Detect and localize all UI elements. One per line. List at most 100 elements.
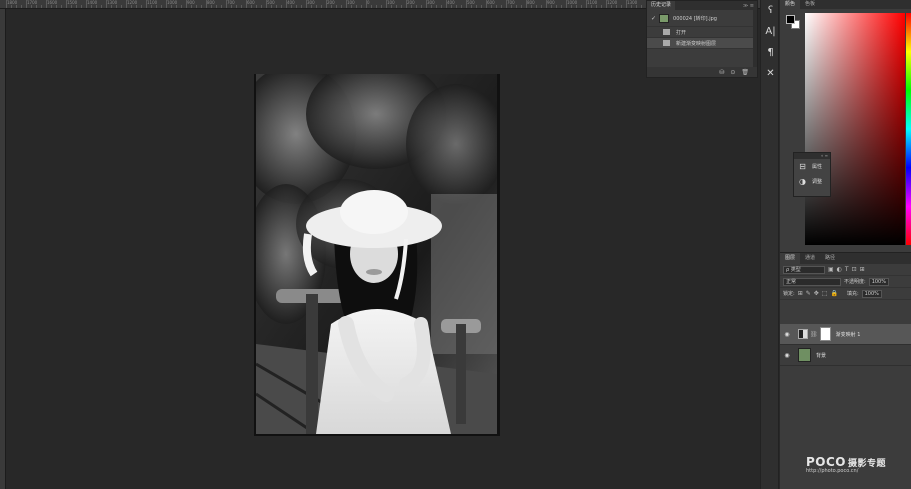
lock-position-icon[interactable]: ✥ (814, 290, 819, 297)
ruler-label: 900 (547, 0, 555, 5)
tab-history[interactable]: 历史记录 (647, 1, 676, 10)
ruler-label: 1800 (7, 0, 18, 5)
document-icon (663, 29, 670, 35)
lock-all-icon[interactable]: 🔒 (830, 290, 837, 297)
lock-image-icon[interactable]: ✎ (806, 290, 811, 297)
filter-type-icon[interactable]: T (845, 266, 849, 273)
eye-icon[interactable]: ◉ (780, 352, 794, 359)
snapshot-label: 000024 [转印].jpg (673, 15, 717, 22)
ruler-label: 700 (227, 0, 235, 5)
properties-panel-button[interactable]: ⊟ 属性 (794, 159, 830, 174)
layer-filter-bar: ρ 类型 ▣ ◐ T ⊡ ⊞ (780, 264, 911, 276)
history-snapshot[interactable]: ✓ 000024 [转印].jpg (647, 10, 757, 27)
new-document-from-state-icon[interactable]: ⛁ (719, 69, 724, 76)
ruler-label: 1600 (47, 0, 58, 5)
layer-name[interactable]: 渐变映射 1 (836, 331, 861, 338)
layer-filter-select[interactable]: ρ 类型 (783, 265, 825, 274)
ruler-label: 100 (347, 0, 355, 5)
ruler-label: 1000 (567, 0, 578, 5)
ruler-label: 1200 (607, 0, 618, 5)
lock-transparency-icon[interactable]: ⊞ (798, 290, 803, 297)
history-panel-icon[interactable]: ʕ (762, 2, 779, 19)
character-panel-icon[interactable]: A| (762, 23, 779, 40)
paragraph-panel-icon[interactable]: ¶ (762, 44, 779, 61)
ruler-label: 800 (207, 0, 215, 5)
ruler-label: 0 (367, 0, 370, 5)
lock-fill-bar: 锁定: ⊞ ✎ ✥ ⬚ 🔒 填充: 100% (780, 288, 911, 300)
ruler-label: 1400 (87, 0, 98, 5)
blend-opacity-bar: 正常 不透明度: 100% (780, 276, 911, 288)
layers-spacer (780, 300, 911, 324)
properties-label: 属性 (812, 164, 823, 170)
trash-icon[interactable]: 🗑 (741, 69, 749, 76)
ruler-label: 700 (507, 0, 515, 5)
adjustments-icon: ◑ (799, 177, 806, 186)
lock-artboard-icon[interactable]: ⬚ (822, 290, 828, 297)
color-picker-field[interactable] (805, 13, 905, 245)
ruler-label: 500 (467, 0, 475, 5)
ruler-label: 900 (187, 0, 195, 5)
poco-watermark: POCO 摄影专题 http://photo.poco.cn/ (806, 455, 886, 474)
layer-row-background[interactable]: ◉ 背景 (780, 345, 911, 366)
ruler-label: 400 (447, 0, 455, 5)
properties-icon: ⊟ (799, 162, 806, 171)
fill-label: 填充: (846, 291, 859, 297)
snapshot-thumbnail (659, 13, 670, 23)
tab-swatches[interactable]: 色板 (800, 0, 820, 9)
ruler-label: 100 (387, 0, 395, 5)
opacity-label: 不透明度: (844, 279, 866, 285)
ruler-label: 200 (327, 0, 335, 5)
lock-label: 锁定: (783, 291, 795, 297)
history-step-open[interactable]: 打开 (647, 27, 757, 38)
ruler-label: 1200 (127, 0, 138, 5)
tab-color[interactable]: 颜色 (780, 0, 801, 9)
filter-adjustment-icon[interactable]: ◐ (837, 266, 842, 273)
color-tabbar: 颜色 色板 (780, 0, 911, 9)
history-scrollbar[interactable] (753, 10, 757, 68)
ruler-label: 1000 (167, 0, 178, 5)
layers-panel: 图层 通道 路径 ρ 类型 ▣ ◐ T ⊡ ⊞ 正常 不透明度: 100% 锁定… (780, 252, 911, 489)
ruler-label: 1100 (147, 0, 158, 5)
ruler-label: 600 (487, 0, 495, 5)
background-layer-thumbnail (798, 348, 811, 362)
ruler-label: 500 (267, 0, 275, 5)
hue-slider[interactable] (906, 13, 911, 245)
ruler-label: 1500 (67, 0, 78, 5)
ruler-label: 1700 (27, 0, 38, 5)
tab-channels[interactable]: 通道 (800, 253, 820, 264)
layer-row-gradient-map[interactable]: ◉ ⛓ 渐变映射 1 (780, 324, 911, 345)
opacity-input[interactable]: 100% (868, 277, 889, 286)
eye-icon[interactable]: ◉ (780, 331, 794, 338)
filter-pixel-icon[interactable]: ▣ (828, 266, 834, 273)
tab-layers[interactable]: 图层 (780, 253, 801, 264)
collapsed-panel-group: « ≡ ⊟ 属性 ◑ 调整 (793, 152, 831, 197)
ruler-label: 1300 (107, 0, 118, 5)
history-tabbar: 历史记录 ≫ ≡ (647, 1, 757, 10)
ruler-label: 600 (247, 0, 255, 5)
adjustments-panel-button[interactable]: ◑ 调整 (794, 174, 830, 189)
ruler-label: 1300 (627, 0, 638, 5)
adjustments-label: 调整 (812, 179, 823, 185)
tool-presets-icon[interactable]: ✕ (762, 65, 779, 82)
ruler-label: 300 (427, 0, 435, 5)
history-step-gradient-map[interactable]: 新建渐变映射图层 (647, 38, 757, 49)
filter-smart-object-icon[interactable]: ⊞ (860, 266, 865, 273)
panel-menu-icon[interactable]: ≫ ≡ (743, 3, 757, 9)
ruler-label: 1100 (587, 0, 598, 5)
history-brush-icon[interactable]: ✓ (651, 15, 656, 22)
document-photo[interactable] (256, 74, 497, 434)
photo-image (256, 74, 497, 434)
panel-toolstrip: ʕ A| ¶ ✕ (760, 0, 779, 489)
layer-name[interactable]: 背景 (816, 352, 826, 359)
color-panel: 颜色 色板 (780, 0, 911, 252)
new-snapshot-icon[interactable]: ⊙ (730, 69, 735, 76)
layer-mask-thumbnail[interactable] (819, 327, 831, 341)
foreground-color-swatch[interactable] (786, 15, 795, 24)
tab-paths[interactable]: 路径 (820, 253, 840, 264)
document-icon (663, 40, 670, 46)
filter-shape-icon[interactable]: ⊡ (852, 266, 857, 273)
fill-input[interactable]: 100% (861, 289, 882, 298)
chain-link-icon[interactable]: ⛓ (810, 331, 818, 338)
layers-tabbar: 图层 通道 路径 (780, 253, 911, 264)
blend-mode-select[interactable]: 正常 (783, 277, 841, 286)
